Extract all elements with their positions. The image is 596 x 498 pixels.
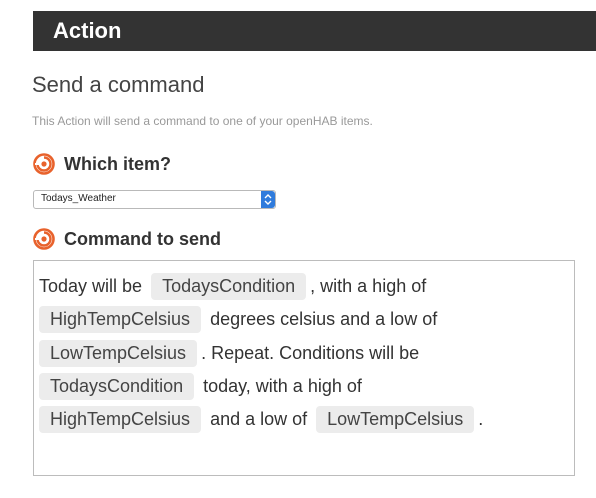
which-item-label: Which item? xyxy=(64,153,171,174)
variable-chip[interactable]: HighTempCelsius xyxy=(39,405,202,433)
command-text: . xyxy=(478,408,484,429)
command-line: LowTempCelsius. Repeat. Conditions will … xyxy=(39,338,419,368)
command-line: HighTempCelsius and a low of LowTempCels… xyxy=(39,404,483,434)
variable-chip[interactable]: LowTempCelsius xyxy=(39,339,198,367)
command-text: and a low of xyxy=(205,408,313,429)
openhab-logo-icon xyxy=(33,228,55,250)
action-header-bar: Action xyxy=(33,11,596,51)
command-text: , with a high of xyxy=(310,275,427,296)
variable-chip[interactable]: LowTempCelsius xyxy=(316,405,475,433)
command-text: degrees celsius and a low of xyxy=(205,308,438,329)
which-item-header: Which item? xyxy=(32,152,171,176)
command-line: HighTempCelsius degrees celsius and a lo… xyxy=(39,304,437,334)
page-description: This Action will send a command to one o… xyxy=(32,114,373,128)
openhab-logo-icon xyxy=(33,153,55,175)
select-arrows-icon[interactable] xyxy=(261,191,275,208)
variable-chip[interactable]: TodaysCondition xyxy=(151,272,307,300)
command-line: Today will be TodaysCondition, with a hi… xyxy=(39,271,426,301)
command-header: Command to send xyxy=(32,227,221,251)
command-label: Command to send xyxy=(64,228,222,249)
action-header-title: Action xyxy=(53,18,122,43)
command-line: TodaysCondition today, with a high of xyxy=(39,371,362,401)
command-text: today, with a high of xyxy=(198,375,362,396)
page-title: Send a command xyxy=(32,72,205,97)
item-select[interactable]: Todays_Weather xyxy=(33,190,276,209)
command-textarea[interactable]: Today will be TodaysCondition, with a hi… xyxy=(33,260,575,476)
variable-chip[interactable]: TodaysCondition xyxy=(39,372,195,400)
command-text: Today will be xyxy=(39,275,148,296)
item-select-value: Todays_Weather xyxy=(41,193,116,204)
command-text: . Repeat. Conditions will be xyxy=(201,342,420,363)
variable-chip[interactable]: HighTempCelsius xyxy=(39,305,202,333)
